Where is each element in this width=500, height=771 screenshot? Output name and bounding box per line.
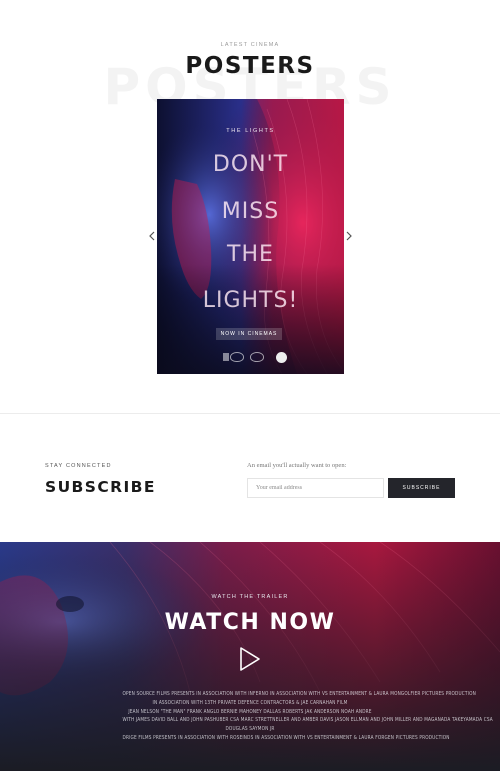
- rating-badge-icon: [276, 352, 287, 363]
- poster-headline-line: MISS: [221, 199, 280, 224]
- festival-laurels: [230, 352, 264, 362]
- subscribe-button[interactable]: SUBSCRIBE: [388, 478, 455, 498]
- posters-eyebrow: LATEST CINEMA: [220, 42, 280, 48]
- subscribe-title: SUBSCRIBE: [45, 478, 156, 496]
- poster-headline-line: LIGHTS!: [202, 288, 299, 313]
- credits-block: OPEN SOURCE FILMS PRESENTS IN ASSOCIATIO…: [100, 690, 493, 743]
- section-divider: [0, 413, 500, 414]
- credits-line: WITH JAMES DAVID BALL AND JOHN PASHUBER …: [122, 717, 493, 724]
- laurel-icon: [250, 352, 264, 362]
- credits-line: OPEN SOURCE FILMS PRESENTS IN ASSOCIATIO…: [122, 691, 476, 697]
- carousel-next-button[interactable]: [342, 228, 356, 244]
- studio-logo-icon: [223, 353, 229, 361]
- poster-headline-line: DON'T: [212, 152, 289, 177]
- trailer-title: WATCH NOW: [164, 610, 336, 635]
- posters-section: LATEST CINEMA POSTERS POSTERS THE LIGHTS…: [0, 0, 500, 413]
- play-button[interactable]: [238, 646, 262, 672]
- credits-line: JEAN NELSON "THE MAN" FRANK ANGLO BERNIE…: [128, 708, 372, 715]
- credits-line: IN ASSOCIATION WITH 13TH PRIVATE DEFENCE…: [152, 699, 348, 706]
- trailer-eyebrow: WATCH THE TRAILER: [211, 594, 289, 600]
- credits-line: DRIGE FILMS PRESENTS IN ASSOCIATION WITH…: [122, 734, 450, 741]
- posters-title: POSTERS: [185, 53, 315, 79]
- subscribe-eyebrow: STAY CONNECTED: [45, 463, 112, 469]
- movie-poster[interactable]: THE LIGHTS DON'T MISS THE LIGHTS! NOW IN…: [157, 99, 344, 374]
- laurel-icon: [230, 352, 244, 362]
- poster-headline-line: THE: [227, 242, 274, 267]
- play-icon: [240, 647, 260, 671]
- poster-kicker: THE LIGHTS: [226, 128, 275, 134]
- email-field[interactable]: [247, 478, 384, 498]
- poster-badge: NOW IN CINEMAS: [216, 328, 282, 340]
- trailer-section: WATCH THE TRAILER WATCH NOW OPEN SOURCE …: [0, 542, 500, 771]
- chevron-left-icon: [149, 231, 155, 240]
- subscribe-note: An email you'll actually want to open:: [247, 462, 347, 469]
- credits-line: DOUGLAS SAYMON JR: [225, 726, 275, 733]
- chevron-right-icon: [346, 231, 352, 240]
